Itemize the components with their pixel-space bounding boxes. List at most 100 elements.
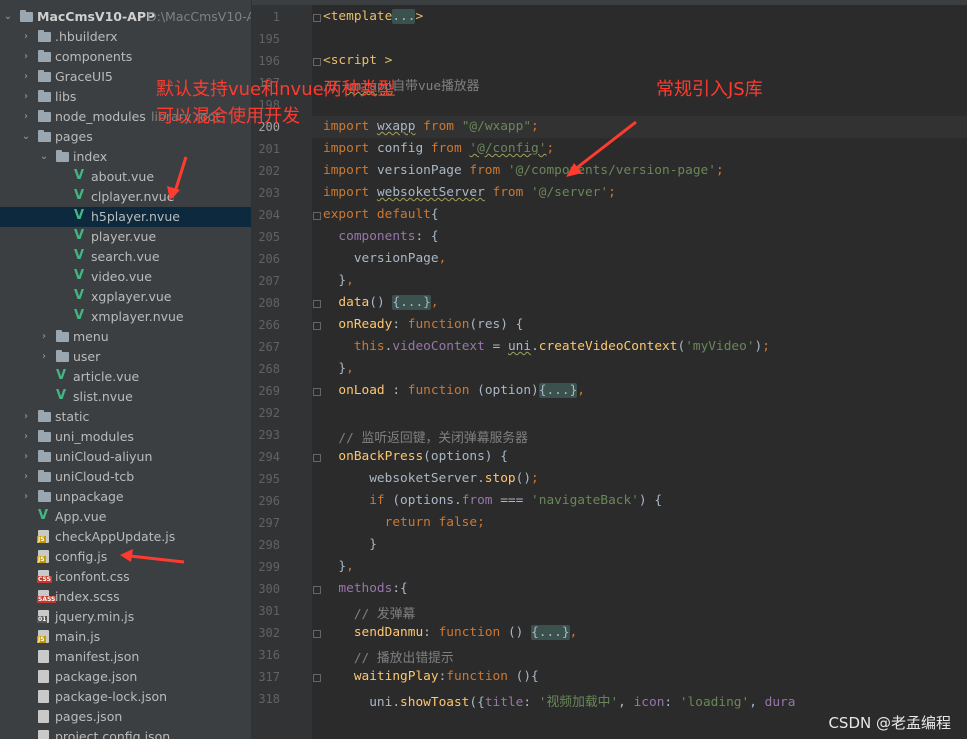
- tree-item-label: manifest.json: [55, 649, 140, 664]
- tree-item-index-scss[interactable]: SASS index.scss: [0, 587, 251, 607]
- tree-item-player-vue[interactable]: Vplayer.vue: [0, 227, 251, 247]
- folder-icon: [38, 50, 51, 62]
- chevron-right-icon[interactable]: ›: [21, 467, 31, 487]
- line-number: 301: [258, 604, 280, 618]
- tree-item-app-vue[interactable]: V App.vue: [0, 507, 251, 527]
- tree-item-main-js[interactable]: JS main.js: [0, 627, 251, 647]
- fold-marker-icon[interactable]: [313, 58, 321, 66]
- tree-item-unpackage[interactable]: › unpackage: [0, 487, 251, 507]
- tree-item-hint: D:\MacCmsV10-A: [147, 9, 252, 24]
- tree-item-label: index.scss: [55, 589, 120, 604]
- chevron-down-icon[interactable]: ⌄: [39, 147, 49, 167]
- tree-item-config-js[interactable]: JS config.js: [0, 547, 251, 567]
- js-file-icon: JS: [37, 550, 49, 563]
- tree-item-maccmsv10-app[interactable]: ⌄ MacCmsV10-APP D:\MacCmsV10-A: [0, 7, 251, 27]
- code-line: import versionPage from '@/components/ve…: [323, 163, 724, 178]
- line-number: 299: [258, 560, 280, 574]
- tree-item-label: search.vue: [91, 249, 160, 264]
- tree-item-iconfont-css[interactable]: CSS iconfont.css: [0, 567, 251, 587]
- tree-item-clplayer-nvue[interactable]: Vclplayer.nvue: [0, 187, 251, 207]
- chevron-right-icon[interactable]: ›: [21, 407, 31, 427]
- code-line: onBackPress(options) {: [323, 449, 508, 464]
- tree-item-menu[interactable]: › menu: [0, 327, 251, 347]
- chevron-right-icon[interactable]: ›: [21, 447, 31, 467]
- line-number: 297: [258, 516, 280, 530]
- chevron-right-icon[interactable]: ›: [21, 67, 31, 87]
- line-number: 269: [258, 384, 280, 398]
- fold-marker-icon[interactable]: [313, 454, 321, 462]
- line-number: 302: [258, 626, 280, 640]
- code-line: versionPage,: [323, 251, 447, 266]
- vue-file-icon: V: [74, 268, 85, 283]
- chevron-down-icon[interactable]: ⌄: [21, 127, 31, 147]
- annotation-js-import: 常规引入JS库: [656, 79, 763, 100]
- line-number: 294: [258, 450, 280, 464]
- fold-marker-icon[interactable]: [313, 212, 321, 220]
- tree-item-checkappupdate-js[interactable]: JS checkAppUpdate.js: [0, 527, 251, 547]
- tree-item-slist-nvue[interactable]: Vslist.nvue: [0, 387, 251, 407]
- tree-item-label: video.vue: [91, 269, 152, 284]
- tree-item-search-vue[interactable]: Vsearch.vue: [0, 247, 251, 267]
- tree-item-label: player.vue: [91, 229, 157, 244]
- tree-item-static[interactable]: › static: [0, 407, 251, 427]
- fold-marker-icon[interactable]: [313, 586, 321, 594]
- vue-file-icon: V: [74, 308, 85, 323]
- chevron-right-icon[interactable]: ›: [21, 427, 31, 447]
- tree-item-h5player-nvue[interactable]: Vh5player.nvue: [0, 207, 251, 227]
- tree-item-jquery-min-js[interactable]: 01 jquery.min.js: [0, 607, 251, 627]
- tree-item-xmplayer-nvue[interactable]: Vxmplayer.nvue: [0, 307, 251, 327]
- folder-icon: [38, 450, 51, 462]
- vue-file-icon: V: [74, 228, 85, 243]
- code-line: if (options.from === 'navigateBack') {: [323, 493, 663, 508]
- tree-item-package-lock-json[interactable]: package-lock.json: [0, 687, 251, 707]
- fold-marker-icon[interactable]: [313, 388, 321, 396]
- tree-item-pages-json[interactable]: pages.json: [0, 707, 251, 727]
- fold-marker-icon[interactable]: [313, 300, 321, 308]
- chevron-right-icon[interactable]: ›: [21, 107, 31, 127]
- chevron-right-icon[interactable]: ›: [21, 487, 31, 507]
- tree-item-label: xmplayer.nvue: [91, 309, 184, 324]
- fold-marker-icon[interactable]: [313, 322, 321, 330]
- line-number: 205: [258, 230, 280, 244]
- chevron-right-icon[interactable]: ›: [39, 327, 49, 347]
- tree-item-user[interactable]: › user: [0, 347, 251, 367]
- tree-item-video-vue[interactable]: Vvideo.vue: [0, 267, 251, 287]
- tree-item-components[interactable]: › components: [0, 47, 251, 67]
- chevron-right-icon[interactable]: ›: [39, 347, 49, 367]
- js-file-icon: JS: [37, 530, 49, 543]
- tree-item-pages[interactable]: ⌄ pages: [0, 127, 251, 147]
- chevron-right-icon[interactable]: ›: [21, 87, 31, 107]
- tree-item-uni-modules[interactable]: › uni_modules: [0, 427, 251, 447]
- tree-item-unicloud-aliyun[interactable]: › uniCloud-aliyun: [0, 447, 251, 467]
- chevron-right-icon[interactable]: ›: [21, 47, 31, 67]
- line-number: 268: [258, 362, 280, 376]
- annotation-vue-nvue: 默认支持vue和nvue两种类型: [156, 79, 396, 100]
- chevron-right-icon[interactable]: ›: [21, 27, 31, 47]
- folder-icon: [38, 130, 51, 142]
- tree-item-label: libs: [55, 89, 77, 104]
- tree-item-label: uni_modules: [55, 429, 134, 444]
- vue-file-icon: V: [74, 248, 85, 263]
- tree-item-package-json[interactable]: package.json: [0, 667, 251, 687]
- code-line: data() {...},: [323, 295, 439, 310]
- tree-item-project-config-json[interactable]: project.config.json: [0, 727, 251, 739]
- tree-item-label: App.vue: [55, 509, 107, 524]
- js-file-icon: JS: [37, 630, 49, 643]
- line-number: 201: [258, 142, 280, 156]
- tree-item-index[interactable]: ⌄ index: [0, 147, 251, 167]
- tree-item-unicloud-tcb[interactable]: › uniCloud-tcb: [0, 467, 251, 487]
- tree-item-xgplayer-vue[interactable]: Vxgplayer.vue: [0, 287, 251, 307]
- line-number: 317: [258, 670, 280, 684]
- fold-marker-icon[interactable]: [313, 674, 321, 682]
- fold-marker-icon[interactable]: [313, 14, 321, 22]
- tree-item-manifest-json[interactable]: manifest.json: [0, 647, 251, 667]
- annotation-mixed-dev: 可以混合使用开发: [156, 106, 300, 127]
- tree-item-about-vue[interactable]: Vabout.vue: [0, 167, 251, 187]
- code-line: }: [323, 537, 377, 552]
- tree-item--hbuilderx[interactable]: › .hbuilderx: [0, 27, 251, 47]
- tree-item-article-vue[interactable]: Varticle.vue: [0, 367, 251, 387]
- chevron-down-icon[interactable]: ⌄: [3, 7, 13, 27]
- code-line: onReady: function(res) {: [323, 317, 524, 332]
- vue-file-icon: V: [56, 388, 67, 403]
- fold-marker-icon[interactable]: [313, 630, 321, 638]
